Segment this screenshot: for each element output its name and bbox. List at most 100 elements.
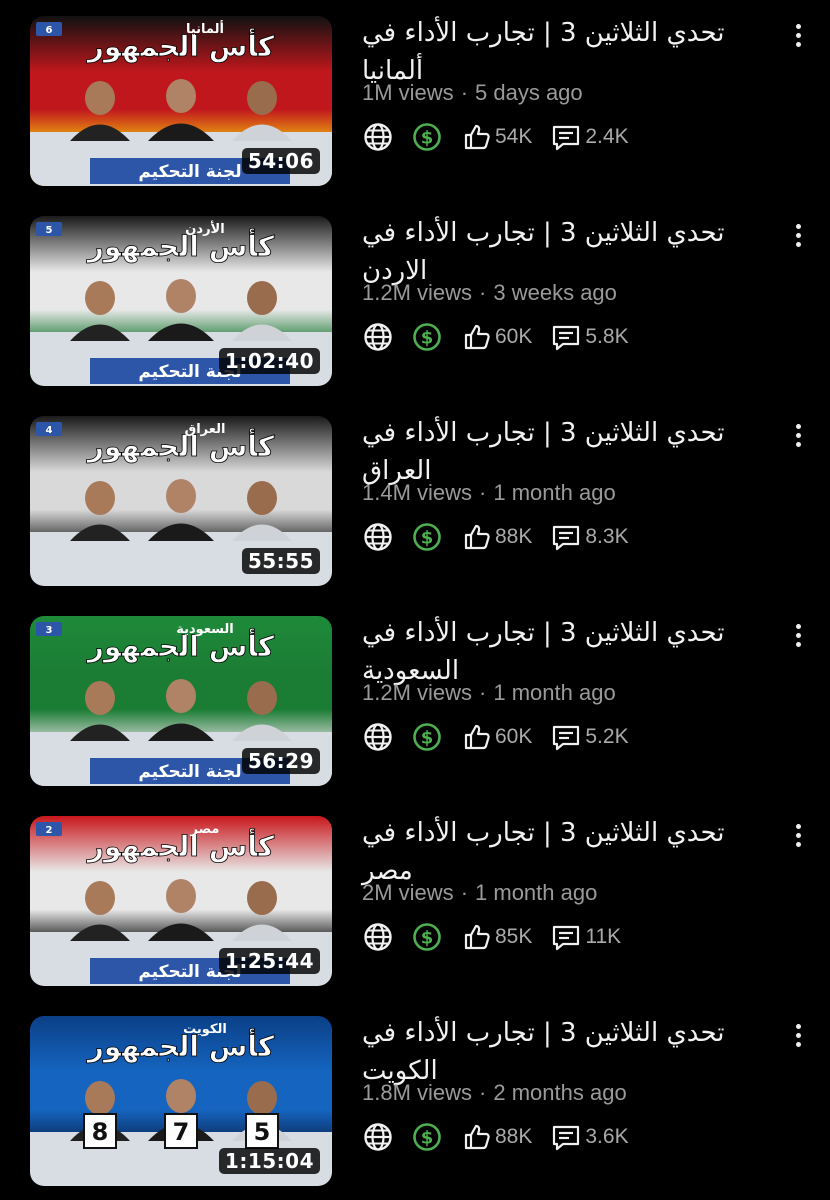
upload-age: 3 weeks ago	[493, 280, 617, 305]
svg-text:$: $	[421, 1128, 434, 1149]
thumbs-up-icon[interactable]	[461, 521, 493, 553]
video-duration: 1:02:40	[218, 348, 320, 374]
dollar-circle-icon[interactable]: $	[411, 121, 443, 153]
comment-icon[interactable]	[550, 721, 582, 753]
svg-text:$: $	[421, 728, 434, 749]
more-vert-icon[interactable]	[786, 618, 810, 652]
more-vert-icon[interactable]	[786, 1018, 810, 1052]
video-title[interactable]: تحدي الثلاثين 3 | تجارب الأداء في الكويت	[362, 1014, 782, 1090]
video-title-line1: تحدي الثلاثين 3 | تجارب الأداء في	[362, 818, 725, 848]
video-stats: $ 60K 5.2K	[362, 720, 629, 754]
video-thumbnail[interactable]: لجنة التحكيم كأس الجمهور الأردن 5 1:02:4…	[30, 216, 332, 386]
video-duration: 54:06	[241, 148, 320, 174]
video-row[interactable]: لجنة التحكيم كأس الجمهور السعودية 3 56:2…	[0, 600, 830, 800]
dollar-circle-icon[interactable]: $	[411, 321, 443, 353]
globe-icon[interactable]	[362, 1121, 394, 1153]
meta-separator: ·	[479, 280, 487, 305]
score-cards: 8 7 5	[83, 1113, 279, 1149]
video-duration: 1:25:44	[218, 948, 320, 974]
dollar-circle-icon[interactable]: $	[411, 1121, 443, 1153]
globe-icon[interactable]	[362, 121, 394, 153]
dollar-circle-icon[interactable]: $	[411, 521, 443, 553]
episode-number: 3	[46, 625, 53, 636]
video-row[interactable]: كأس الجمهور العراق 4 55:55 تحدي الثلاثين…	[0, 400, 830, 600]
show-title-text: كأس الجمهور	[86, 228, 275, 263]
video-title-line1: تحدي الثلاثين 3 | تجارب الأداء في	[362, 1018, 725, 1048]
video-stats: $ 54K 2.4K	[362, 120, 629, 154]
episode-number: 6	[46, 25, 53, 36]
video-thumbnail[interactable]: كأس الجمهور العراق 4 55:55	[30, 416, 332, 586]
show-title-text: كأس الجمهور	[86, 28, 275, 63]
comment-count: 5.8K	[585, 325, 629, 348]
view-count: 1M views	[362, 80, 454, 105]
meta-separator: ·	[460, 880, 469, 905]
comment-icon[interactable]	[550, 321, 582, 353]
video-duration: 55:55	[241, 548, 320, 574]
thumbs-up-icon[interactable]	[461, 921, 493, 953]
thumbs-up-icon[interactable]	[461, 1121, 493, 1153]
comment-icon[interactable]	[550, 121, 582, 153]
video-thumbnail[interactable]: لجنة التحكيم كأس الجمهور مصر 2 1:25:44	[30, 816, 332, 986]
video-meta: 1.2M views · 3 weeks ago	[362, 280, 617, 306]
comment-icon[interactable]	[550, 1121, 582, 1153]
like-count: 54K	[495, 125, 533, 148]
comment-icon[interactable]	[550, 921, 582, 953]
comment-count: 8.3K	[585, 525, 629, 548]
meta-separator: ·	[479, 1080, 487, 1105]
like-count: 60K	[495, 725, 533, 748]
hosts-figures	[70, 879, 292, 941]
country-label: السعودية	[176, 622, 234, 637]
video-stats: $ 85K 11K	[362, 920, 621, 954]
dollar-circle-icon[interactable]: $	[411, 721, 443, 753]
svg-text:$: $	[421, 328, 434, 349]
globe-icon[interactable]	[362, 321, 394, 353]
video-stats: $ 88K 8.3K	[362, 520, 629, 554]
thumbs-up-icon[interactable]	[461, 121, 493, 153]
like-count: 88K	[495, 525, 533, 548]
like-count: 88K	[495, 1125, 533, 1148]
video-meta: 1.8M views · 2 months ago	[362, 1080, 627, 1106]
globe-icon[interactable]	[362, 521, 394, 553]
comment-count: 11K	[585, 925, 622, 948]
video-title[interactable]: تحدي الثلاثين 3 | تجارب الأداء في ألماني…	[362, 14, 782, 90]
show-title-text: كأس الجمهور	[86, 428, 275, 463]
country-label: العراق	[185, 422, 226, 437]
show-title-text: كأس الجمهور	[86, 1028, 275, 1063]
more-vert-icon[interactable]	[786, 18, 810, 52]
hosts-figures	[70, 479, 292, 541]
more-vert-icon[interactable]	[786, 218, 810, 252]
video-row[interactable]: كأس الجمهور الكويت 8 7 5 1:15:04 تحدي الثل…	[0, 1000, 830, 1200]
score-card-value: 7	[173, 1118, 190, 1146]
video-thumbnail[interactable]: كأس الجمهور الكويت 8 7 5 1:15:04	[30, 1016, 332, 1186]
video-row[interactable]: لجنة التحكيم كأس الجمهور مصر 2 1:25:44 ت…	[0, 800, 830, 1000]
thumbs-up-icon[interactable]	[461, 721, 493, 753]
dollar-circle-icon[interactable]: $	[411, 921, 443, 953]
upload-age: 1 month ago	[493, 680, 616, 705]
comment-icon[interactable]	[550, 521, 582, 553]
video-row[interactable]: لجنة التحكيم كأس الجمهور ألمانيا 6 54:06	[0, 0, 830, 200]
upload-age: 5 days ago	[475, 80, 583, 105]
video-title[interactable]: تحدي الثلاثين 3 | تجارب الأداء في مصر	[362, 814, 782, 890]
view-count: 1.8M views	[362, 1080, 473, 1105]
video-thumbnail[interactable]: لجنة التحكيم كأس الجمهور ألمانيا 6 54:06	[30, 16, 332, 186]
more-vert-icon[interactable]	[786, 418, 810, 452]
more-vert-icon[interactable]	[786, 818, 810, 852]
view-count: 1.4M views	[362, 480, 473, 505]
judges-banner-text: لجنة التحكيم	[138, 762, 241, 782]
globe-icon[interactable]	[362, 721, 394, 753]
video-row[interactable]: لجنة التحكيم كأس الجمهور الأردن 5 1:02:4…	[0, 200, 830, 400]
video-title[interactable]: تحدي الثلاثين 3 | تجارب الأداء في العراق	[362, 414, 782, 490]
view-count: 2M views	[362, 880, 454, 905]
meta-separator: ·	[479, 480, 487, 505]
video-title[interactable]: تحدي الثلاثين 3 | تجارب الأداء في السعود…	[362, 614, 782, 690]
video-meta: 1.4M views · 1 month ago	[362, 480, 616, 506]
video-meta: 1.2M views · 1 month ago	[362, 680, 616, 706]
video-thumbnail[interactable]: لجنة التحكيم كأس الجمهور السعودية 3 56:2…	[30, 616, 332, 786]
video-title[interactable]: تحدي الثلاثين 3 | تجارب الأداء في الاردن	[362, 214, 782, 290]
upload-age: 1 month ago	[475, 880, 598, 905]
thumbs-up-icon[interactable]	[461, 321, 493, 353]
hosts-figures	[70, 279, 292, 341]
video-duration: 56:29	[241, 748, 320, 774]
upload-age: 1 month ago	[493, 480, 616, 505]
globe-icon[interactable]	[362, 921, 394, 953]
